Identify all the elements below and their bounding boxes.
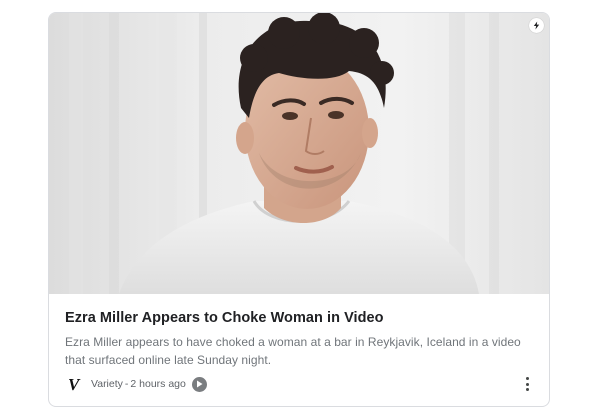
meta-separator: -	[124, 378, 129, 390]
more-dot	[525, 382, 529, 386]
headline-link[interactable]: Ezra Miller Appears to Choke Woman in Vi…	[65, 308, 533, 328]
more-dot	[525, 377, 529, 381]
source-name[interactable]: Variety	[91, 378, 123, 390]
hero-image[interactable]	[49, 13, 549, 294]
lightning-bolt-icon	[529, 18, 544, 33]
article-snippet: Ezra Miller appears to have choked a wom…	[65, 335, 521, 367]
card-footer: V Variety - 2 hours ago	[65, 373, 535, 395]
play-icon[interactable]	[191, 376, 207, 392]
card-content: Ezra Miller Appears to Choke Woman in Vi…	[49, 294, 549, 369]
article-meta: Variety - 2 hours ago	[91, 378, 186, 390]
more-dot	[525, 387, 529, 391]
news-card[interactable]: Ezra Miller Appears to Choke Woman in Vi…	[48, 12, 550, 407]
variety-logo: V	[65, 374, 85, 394]
more-vertical-icon[interactable]	[519, 373, 535, 395]
timestamp: 2 hours ago	[130, 378, 186, 390]
source-logo-glyph: V	[68, 375, 81, 393]
